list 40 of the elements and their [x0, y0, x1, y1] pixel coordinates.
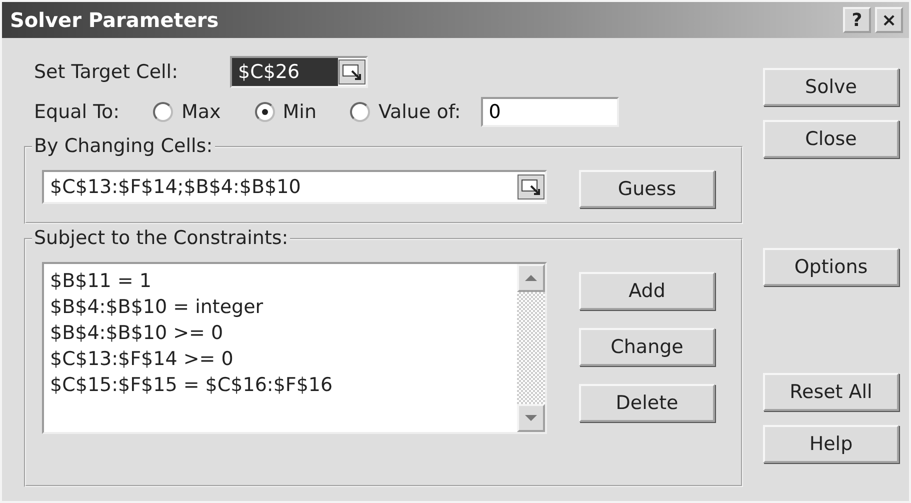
constraint-button[interactable]: Add: [579, 272, 715, 310]
radio-button[interactable]: [350, 102, 370, 122]
collapse-dialog-icon[interactable]: [338, 59, 366, 85]
down-arrow-icon: [525, 414, 537, 422]
dialog-button[interactable]: Reset All: [763, 373, 899, 411]
target-cell-field[interactable]: $C$26: [230, 56, 368, 88]
constraint-item[interactable]: $B$11 = 1: [50, 268, 511, 294]
equal-to-label: Equal To:: [34, 101, 120, 123]
radio-label: Min: [282, 101, 316, 123]
radio-option[interactable]: Max: [153, 101, 221, 123]
dialog-button[interactable]: Help: [763, 425, 899, 463]
close-button[interactable]: ×: [875, 7, 903, 33]
constraint-item[interactable]: $C$15:$F$15 = $C$16:$F$16: [50, 372, 511, 398]
constraint-button[interactable]: Delete: [579, 384, 715, 422]
constraint-item[interactable]: $B$4:$B$10 = integer: [50, 294, 511, 320]
radio-button[interactable]: [153, 102, 174, 122]
radio-label: Max: [181, 101, 221, 123]
radio-option[interactable]: Min: [254, 101, 316, 123]
up-arrow-icon: [525, 274, 537, 282]
collapse-dialog-icon[interactable]: [517, 174, 545, 200]
constraint-item[interactable]: $C$13:$F$14 >= 0: [50, 346, 511, 372]
guess-button[interactable]: Guess: [579, 170, 715, 208]
target-cell-label: Set Target Cell:: [34, 61, 178, 83]
dialog-button[interactable]: Solve: [763, 68, 899, 106]
scroll-up-button[interactable]: [517, 264, 545, 292]
constraint-item[interactable]: $B$4:$B$10 >= 0: [50, 320, 511, 346]
scroll-bar[interactable]: [517, 264, 545, 432]
value-field[interactable]: 0: [480, 97, 619, 127]
radio-option[interactable]: Value of:: [350, 101, 461, 123]
radio-label: Value of:: [378, 101, 461, 123]
scroll-down-button[interactable]: [517, 404, 545, 432]
help-button[interactable]: ?: [843, 7, 871, 33]
changing-cells-field[interactable]: $C$13:$F$14;$B$4:$B$10: [42, 170, 547, 204]
window-title: Solver Parameters: [10, 8, 219, 32]
group-label: Subject to the Constraints:: [32, 227, 290, 249]
radio-button[interactable]: [254, 102, 275, 122]
constraint-button[interactable]: Change: [579, 328, 715, 366]
group-label: By Changing Cells:: [32, 135, 215, 157]
dialog-button[interactable]: Options: [763, 248, 899, 286]
dialog-button[interactable]: Close: [763, 120, 899, 158]
